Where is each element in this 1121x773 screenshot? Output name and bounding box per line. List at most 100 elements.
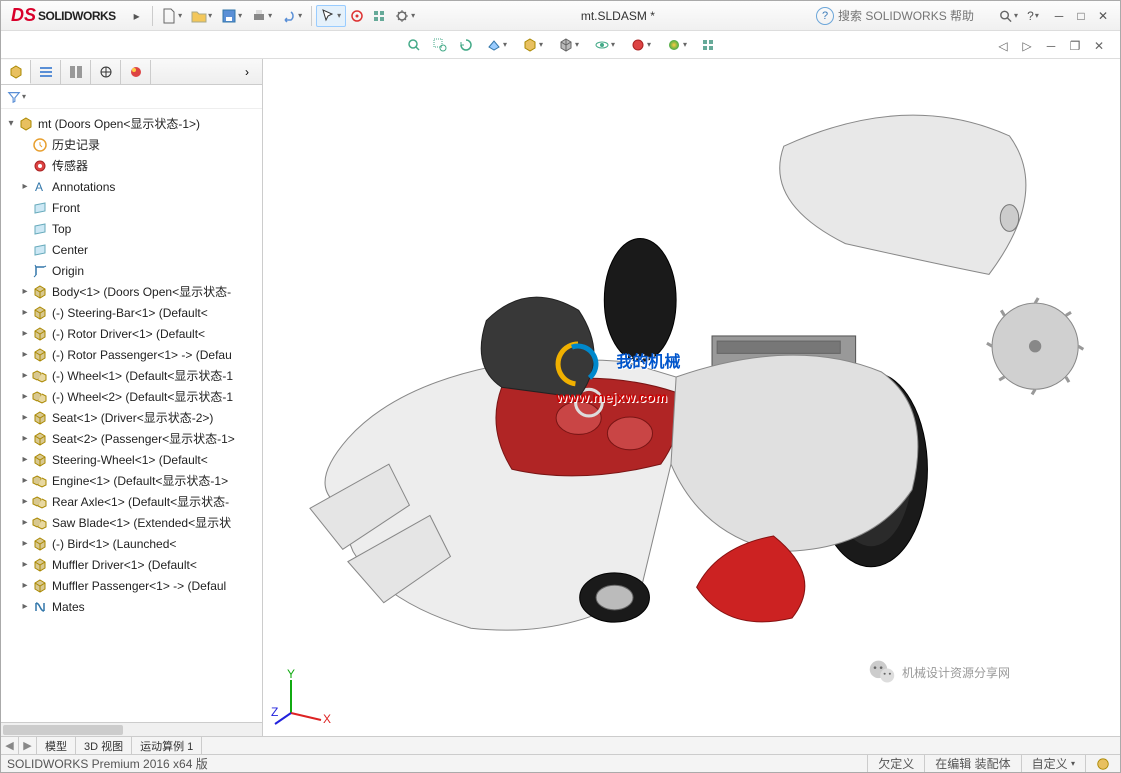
select-tool[interactable]: ▾ (316, 5, 346, 27)
tree-item[interactable]: ▸(-) Wheel<2> (Default<显示状态-1 (1, 386, 262, 407)
tree-item[interactable]: ▸Saw Blade<1> (Extended<显示状 (1, 512, 262, 533)
status-editing: 在编辑 装配体 (924, 755, 1020, 772)
tree-item-label: Center (52, 243, 88, 257)
tree-item[interactable]: ▸(-) Rotor Passenger<1> -> (Defau (1, 344, 262, 365)
tree-root[interactable]: ▾ mt (Doors Open<显示状态-1>) (1, 113, 262, 134)
tree-item[interactable]: ▸Mates (1, 596, 262, 617)
maximize-button[interactable]: □ (1070, 5, 1092, 27)
tree-item[interactable]: ▸Muffler Driver<1> (Default< (1, 554, 262, 575)
tree-item-label: Body<1> (Doors Open<显示状态- (52, 283, 231, 300)
tree-item[interactable]: Front (1, 197, 262, 218)
tree-item[interactable]: ▸(-) Wheel<1> (Default<显示状态-1 (1, 365, 262, 386)
tree-item[interactable]: ▸Steering-Wheel<1> (Default< (1, 449, 262, 470)
undo-button[interactable]: ▾ (277, 5, 307, 27)
tree-item[interactable]: ▸(-) Bird<1> (Launched< (1, 533, 262, 554)
search-input[interactable] (838, 9, 998, 23)
tree-item-label: Muffler Passenger<1> -> (Defaul (52, 579, 226, 593)
previous-view-button[interactable] (454, 33, 478, 57)
tree-item[interactable]: ▸Rear Axle<1> (Default<显示状态- (1, 491, 262, 512)
tree-item[interactable]: 历史记录 (1, 134, 262, 155)
tree-item[interactable]: ▸Muffler Passenger<1> -> (Defaul (1, 575, 262, 596)
tab-motion[interactable]: 运动算例 1 (132, 737, 202, 754)
status-custom[interactable]: 自定义 ▾ (1021, 755, 1085, 772)
menu-toggle[interactable]: ▸ (126, 5, 148, 27)
status-bar: SOLIDWORKS Premium 2016 x64 版 欠定义 在编辑 装配… (1, 754, 1120, 772)
tree-item[interactable]: ▸Engine<1> (Default<显示状态-1> (1, 470, 262, 491)
view-orientation-button[interactable]: ▾ (516, 33, 550, 57)
tree-item[interactable]: Top (1, 218, 262, 239)
part-icon (31, 556, 49, 574)
tree-item[interactable]: ▸Body<1> (Doors Open<显示状态- (1, 281, 262, 302)
feature-tree[interactable]: ▾ mt (Doors Open<显示状态-1>) 历史记录传感器▸AAnnot… (1, 109, 262, 722)
fm-tab-tree[interactable] (1, 60, 31, 84)
tree-scrollbar[interactable] (1, 722, 262, 736)
open-file-button[interactable]: ▾ (187, 5, 217, 27)
fm-tab-config[interactable] (61, 60, 91, 84)
apply-scene-button[interactable]: ▾ (660, 33, 694, 57)
annot-icon: A (31, 178, 49, 196)
fm-tab-display[interactable] (121, 60, 151, 84)
tree-item-label: Muffler Driver<1> (Default< (52, 558, 197, 572)
fm-tab-more[interactable]: › (232, 60, 262, 84)
mdi-restore-icon[interactable]: ❐ (1066, 37, 1084, 55)
section-view-button[interactable]: ▾ (480, 33, 514, 57)
tree-item-label: Annotations (52, 180, 115, 194)
tree-item[interactable]: ▸AAnnotations (1, 176, 262, 197)
tree-item-label: (-) Steering-Bar<1> (Default< (52, 306, 208, 320)
zoom-fit-button[interactable] (402, 33, 426, 57)
plane-icon (31, 199, 49, 217)
zoom-area-button[interactable] (428, 33, 452, 57)
asm-icon (31, 367, 49, 385)
feature-manager-panel: › ▾ ▾ mt (Doors Open<显示状态-1>) 历史记录传感器▸AA… (1, 59, 263, 736)
asm-icon (31, 514, 49, 532)
tree-item[interactable]: ▸(-) Steering-Bar<1> (Default< (1, 302, 262, 323)
tab-model[interactable]: 模型 (37, 737, 76, 754)
display-style-button[interactable]: ▾ (552, 33, 586, 57)
tree-item[interactable]: 传感器 (1, 155, 262, 176)
assembly-icon (17, 115, 35, 133)
asm-icon (31, 493, 49, 511)
asm-icon (31, 388, 49, 406)
edit-appearance-button[interactable]: ▾ (624, 33, 658, 57)
close-button[interactable]: ✕ (1092, 5, 1114, 27)
tab-scroll-right[interactable]: ▶ (19, 737, 37, 754)
tree-item[interactable]: ▸(-) Rotor Driver<1> (Default< (1, 323, 262, 344)
help-dropdown[interactable]: ?▾ (1018, 5, 1048, 27)
settings-button[interactable]: ▾ (390, 5, 420, 27)
svg-text:X: X (323, 712, 331, 726)
fm-tab-dimxpert[interactable] (91, 60, 121, 84)
part-icon (31, 409, 49, 427)
tree-item[interactable]: Center (1, 239, 262, 260)
tree-item[interactable]: ▸Seat<2> (Passenger<显示状态-1> (1, 428, 262, 449)
part-icon (31, 577, 49, 595)
mdi-minimize-icon[interactable]: ─ (1042, 37, 1060, 55)
hide-show-button[interactable]: ▾ (588, 33, 622, 57)
tree-item[interactable]: Origin (1, 260, 262, 281)
tree-item-label: Engine<1> (Default<显示状态-1> (52, 472, 228, 489)
new-file-button[interactable]: ▾ (157, 5, 187, 27)
save-button[interactable]: ▾ (217, 5, 247, 27)
graphics-viewport[interactable]: 我的机械 www.mejxw.com Y X Z 机械设计资源分享网 (263, 59, 1120, 736)
search-area: ? ▾ ?▾ ─ □ ✕ (816, 5, 1120, 27)
mdi-prev-icon[interactable]: ◁ (994, 37, 1012, 55)
fm-tab-property[interactable] (31, 60, 61, 84)
minimize-button[interactable]: ─ (1048, 5, 1070, 27)
print-button[interactable]: ▾ (247, 5, 277, 27)
options-button[interactable] (368, 5, 390, 27)
search-button[interactable]: ▾ (998, 6, 1018, 26)
tree-item-label: (-) Rotor Passenger<1> -> (Defau (52, 348, 232, 362)
title-bar: DS SOLIDWORKS ▸ ▾ ▾ ▾ ▾ ▾ ▾ ▾ mt.SLDASM … (1, 1, 1120, 31)
tab-scroll-left[interactable]: ◀ (1, 737, 19, 754)
plane-icon (31, 241, 49, 259)
mdi-next-icon[interactable]: ▷ (1018, 37, 1036, 55)
help-icon[interactable]: ? (816, 7, 834, 25)
mdi-close-icon[interactable]: ✕ (1090, 37, 1108, 55)
tree-item[interactable]: ▸Seat<1> (Driver<显示状态-2>) (1, 407, 262, 428)
tab-3dview[interactable]: 3D 视图 (76, 737, 132, 754)
view-settings-button[interactable] (696, 33, 720, 57)
status-icon[interactable] (1085, 755, 1120, 772)
tree-root-label: mt (Doors Open<显示状态-1>) (38, 115, 200, 132)
part-icon (31, 430, 49, 448)
rebuild-button[interactable] (346, 5, 368, 27)
feature-filter[interactable]: ▾ (1, 85, 262, 109)
